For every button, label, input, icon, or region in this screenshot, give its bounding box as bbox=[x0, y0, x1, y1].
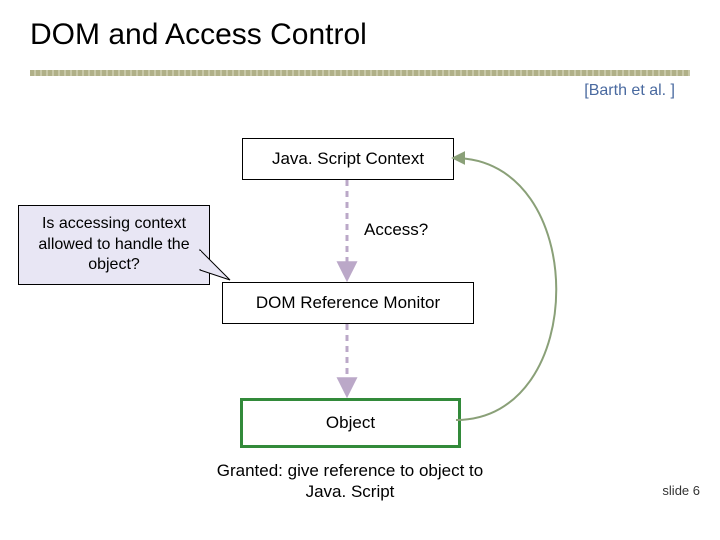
box-javascript-context: Java. Script Context bbox=[242, 138, 454, 180]
title-underline bbox=[30, 70, 690, 76]
box-object: Object bbox=[240, 398, 461, 448]
label-access: Access? bbox=[364, 220, 428, 240]
slide-title: DOM and Access Control bbox=[30, 18, 367, 52]
callout-question-text: Is accessing context allowed to handle t… bbox=[23, 214, 205, 276]
citation: [Barth et al. ] bbox=[584, 82, 675, 100]
slide-number: slide 6 bbox=[662, 483, 700, 498]
box-dom-reference-monitor: DOM Reference Monitor bbox=[222, 282, 474, 324]
box-javascript-context-label: Java. Script Context bbox=[272, 149, 424, 169]
box-object-label: Object bbox=[326, 413, 375, 433]
label-granted: Granted: give reference to object to Jav… bbox=[210, 460, 490, 503]
box-dom-reference-monitor-label: DOM Reference Monitor bbox=[256, 293, 440, 313]
callout-question: Is accessing context allowed to handle t… bbox=[18, 205, 210, 285]
